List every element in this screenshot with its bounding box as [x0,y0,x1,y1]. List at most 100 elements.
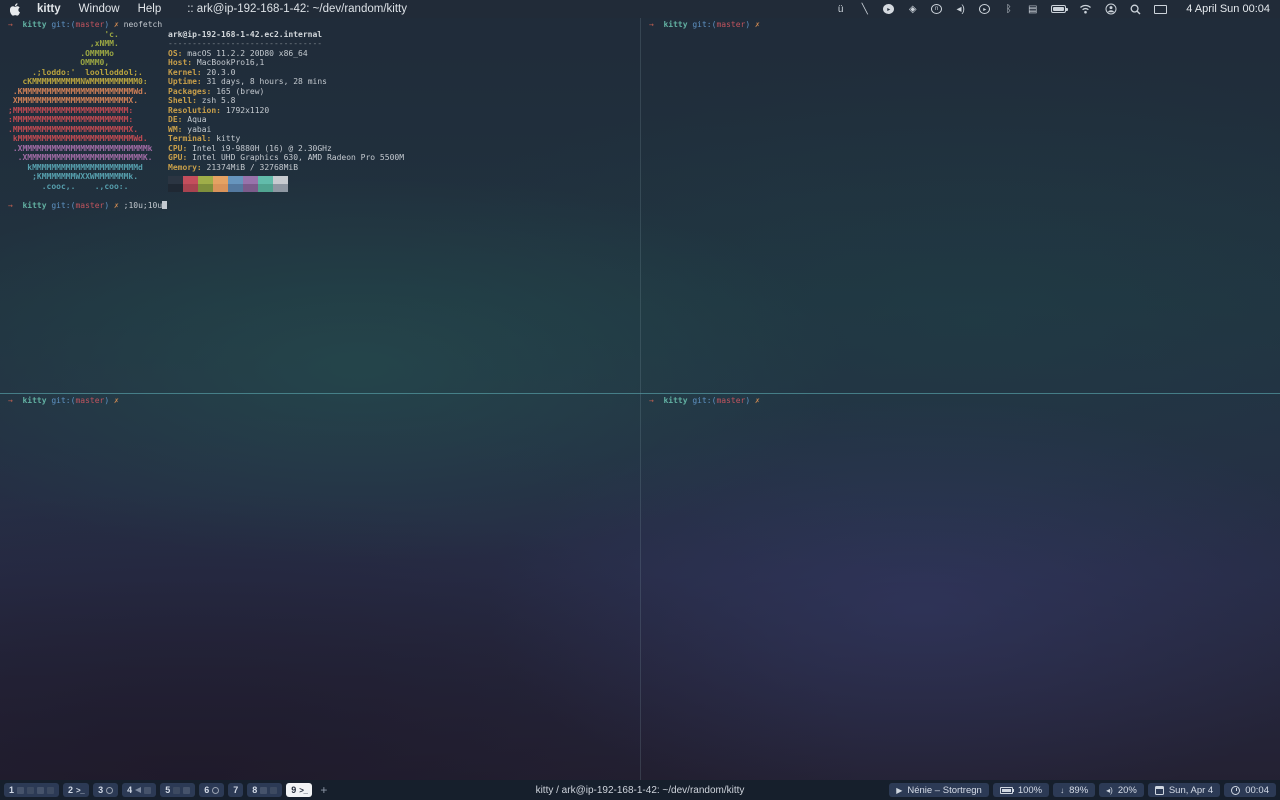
spotlight-icon[interactable] [1130,3,1141,15]
notunes-icon[interactable]: n [931,4,943,14]
window-title: :: ark@ip-192-168-1-42: ~/dev/random/kit… [187,3,407,15]
prompt-cwd: kitty [22,20,52,29]
speaker-icon: ◂) [1106,785,1113,795]
neofetch-ascii-line: OMMM0, [8,58,110,67]
circle-app-icon [212,786,220,794]
neofetch-ascii-line: cKMMMMMMMMMMNWMMMMMMMMMM0: [8,77,148,86]
palette-swatch [183,184,198,192]
music-icon[interactable]: ▸ [979,4,991,14]
bluetooth-icon[interactable]: ᛒ [1003,3,1014,15]
status-bar: 1 2 >_ 3 4 5 6 7 8 9 >_ + kitty / ark@ip-1… [0,780,1280,800]
palette-swatch [228,176,243,184]
neofetch-ascii-line: .XMMMMMMMMMMMMMMMMMMMMMMMMMMk [8,143,153,153]
menu-bar: kitty Window Help :: ark@ip-192-168-1-42… [0,0,1280,18]
space-chip-1[interactable]: 1 [4,783,60,797]
menu-bar-clock[interactable]: 4 April Sun 00:04 [1186,3,1270,15]
space-chip-7[interactable]: 7 [228,783,244,797]
neofetch-ascii-line: 'c. [8,29,119,39]
palette-swatch [228,184,243,192]
neofetch-info-row: Resolution: 1792x1120 [168,105,270,115]
app-menu-kitty[interactable]: kitty [37,3,61,15]
app-window-icon [27,786,35,794]
palette-swatch [168,184,183,192]
user-switch-icon[interactable] [1105,3,1117,15]
apple-menu[interactable] [10,2,21,16]
space-chip-6[interactable]: 6 [199,783,225,797]
battery-segment[interactable]: 100% [992,783,1050,797]
now-playing-segment[interactable]: ▶ Nénie – Stortregn [889,783,989,797]
neofetch-ascii-line: XMMMMMMMMMMMMMMMMMMMMMMMX. [8,96,139,105]
pane-divider-vertical[interactable] [640,18,641,780]
volume-icon[interactable]: ◂) [955,3,966,15]
prompt-arrow: → [8,20,23,29]
neofetch-host-title: ark@ip-192-168-1-42.ec2.internal [168,29,323,39]
neofetch-info-row: GPU: Intel UHD Graphics 630, AMD Radeon … [168,153,405,162]
pane-divider-horizontal[interactable] [0,393,1280,394]
neofetch-ascii-line: .XMMMMMMMMMMMMMMMMMMMMMMMMK. [8,153,153,162]
status-segments: ▶ Nénie – Stortregn 100% ↓ 89% ◂) 20% Sun, … [889,783,1276,797]
wifi-icon[interactable] [1079,3,1092,15]
prompt-git-prefix: git:( [51,20,76,29]
app-window-icon [260,786,268,794]
menu-window[interactable]: Window [79,3,120,15]
palette-swatch [243,184,258,192]
prompt-git-suffix: ) [104,20,114,29]
battery-icon[interactable] [1051,5,1069,13]
app-window-icon [47,786,55,794]
unity-icon[interactable]: ◈ [907,3,918,15]
menu-help[interactable]: Help [138,3,162,15]
palette-swatch [273,184,288,192]
neofetch-color-palette [168,176,404,192]
play-icon: ▶ [896,785,903,795]
neofetch-info-row: CPU: Intel i9-9880H (16) @ 2.30GHz [168,143,332,153]
menu-bar-left: kitty Window Help :: ark@ip-192-168-1-42… [10,2,407,16]
telegram-icon[interactable]: ▸ [883,4,895,14]
palette-row-normal [168,184,404,192]
neofetch-info-row: Shell: zsh 5.8 [168,96,236,105]
display-icon[interactable] [1154,4,1168,14]
wand-icon[interactable]: ╲ [859,3,870,15]
date-segment[interactable]: Sun, Apr 4 [1147,783,1221,797]
palette-swatch [213,176,228,184]
neofetch-ascii-line: .KMMMMMMMMMMMMMMMMMMMMMMMWd. [8,86,148,96]
palette-swatch [213,184,228,192]
input-source-icon[interactable]: ▤ [1027,3,1038,15]
neofetch-info-row: WM: yabai [168,124,212,134]
uebersicht-icon[interactable]: ü [835,3,846,15]
terminal-pane-bottom-right[interactable]: → kitty git:(master) ✗ [641,394,1280,780]
space-chip-8[interactable]: 8 [247,783,283,797]
telegram-app-icon [135,787,142,793]
palette-swatch [168,176,183,184]
space-chip-4[interactable]: 4 [122,783,157,797]
prompt-branch: master [75,20,105,29]
space-chip-5[interactable]: 5 [160,783,196,797]
neofetch-ascii-apple-logo: 'c. ,xNMM. .OMMMMo OMMM0, .;loddo:' lool… [8,30,168,193]
time-segment[interactable]: 00:04 [1224,783,1276,797]
terminal-cursor [162,201,168,209]
neofetch-ascii-line: ;KMMMMMMMWXXWMMMMMMMk. [8,172,139,181]
terminal-pane-bottom-left[interactable]: → kitty git:(master) ✗ [0,394,640,780]
neofetch-info-row: Uptime: 31 days, 8 hours, 28 mins [168,77,327,86]
terminal-pane-top-left[interactable]: → kitty git:(master) ✗ neofetch 'c. ,xNM… [0,18,640,393]
terminal-app-icon: >_ [299,785,308,795]
neofetch-ascii-line: .;loddo:' loolloddol;. [8,67,143,77]
add-space-button[interactable]: + [320,783,327,797]
space-chip-2[interactable]: 2 >_ [63,783,90,797]
volume-segment[interactable]: ◂) 20% [1099,783,1144,797]
prompt-line: → kitty git:(master) ✗ [649,20,765,29]
prompt-line-active[interactable]: → kitty git:(master) ✗ ;10u;10u [8,201,640,211]
command-neofetch: neofetch [123,20,163,29]
prompt-line: → kitty git:(master) ✗ [649,396,765,405]
neofetch-output: 'c. ,xNMM. .OMMMMo OMMM0, .;loddo:' lool… [8,29,640,193]
palette-swatch [273,176,288,184]
prompt-dirty: ✗ [114,20,124,29]
space-chip-3[interactable]: 3 [93,783,119,797]
neofetch-info-row: Host: MacBookPro16,1 [168,58,265,67]
indicator-segment[interactable]: ↓ 89% [1053,783,1096,797]
palette-swatch [243,176,258,184]
battery-icon [999,786,1015,794]
desktop: kitty Window Help :: ark@ip-192-168-1-42… [0,0,1280,800]
space-chip-9-active[interactable]: 9 >_ [286,783,313,797]
terminal-pane-top-right[interactable]: → kitty git:(master) ✗ [641,18,1280,393]
terminal-app-icon: >_ [76,785,85,795]
